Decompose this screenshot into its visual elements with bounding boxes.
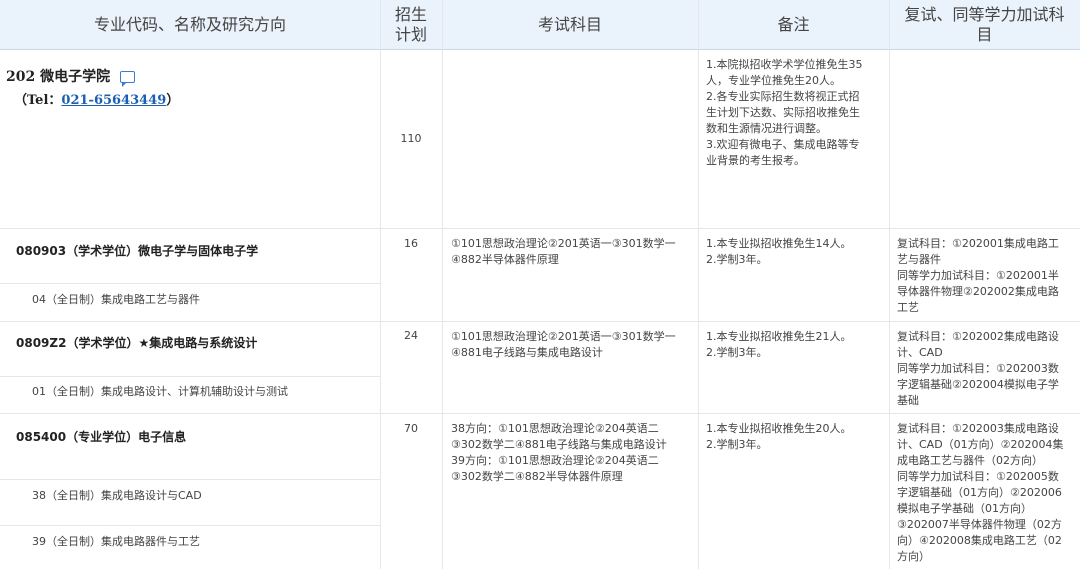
header-major: 专业代码、名称及研究方向 xyxy=(93,14,286,34)
text-line: 向）④202008集成电路工艺（02 xyxy=(897,534,1062,547)
text-line: 成电路工艺与器件（02方向） xyxy=(897,454,1043,467)
text-line: 工艺 xyxy=(897,301,919,314)
text-line: ③202007半导体器件物理（02方 xyxy=(897,518,1062,531)
major-title: 080903（学术学位）微电子学与固体电子学 xyxy=(16,244,259,258)
text-line: 1.本专业拟招收推免生14人。 xyxy=(706,237,852,250)
text-line: ①101思想政治理论②201英语一③301数学一 xyxy=(451,330,676,343)
table-header: 专业代码、名称及研究方向 招生 计划 考试科目 备注 复试、同等学力加试科 目 xyxy=(0,0,1080,50)
text-line: 3.欢迎有微电子、集成电路等专 xyxy=(706,138,860,151)
major-plan: 70 xyxy=(404,422,418,435)
major-retest: 复试科目：①202003集成电路设 计、CAD（01方向）②202004集 成电路工… xyxy=(897,421,1078,565)
major-retest: 复试科目：①202002集成电路设 计、CAD 同等学力加试科目：①202003数字… xyxy=(897,329,1078,409)
text-line: 基础 xyxy=(897,394,919,407)
major-notes: 1.本专业拟招收推免生20人。 2.学制3年。 xyxy=(706,421,886,453)
row-divider xyxy=(0,525,380,526)
text-line: 2.学制3年。 xyxy=(706,253,768,266)
text-line: 1.本院拟招收学术学位推免生35 xyxy=(706,58,863,71)
college-name: 202 微电子学院 xyxy=(6,69,111,85)
major-notes: 1.本专业拟招收推免生14人。 2.学制3年。 xyxy=(706,236,886,268)
text-line: 2.学制3年。 xyxy=(706,346,768,359)
text-line: 1.本专业拟招收推免生21人。 xyxy=(706,330,852,343)
text-line: 1.本专业拟招收推免生20人。 xyxy=(706,422,852,435)
header-exam: 考试科目 xyxy=(537,14,602,34)
header-notes: 备注 xyxy=(777,14,810,34)
text-line: 字逻辑基础②202004模拟电子学 xyxy=(897,378,1059,391)
text-line: ③302数学二④881电子线路与集成电路设计 xyxy=(451,438,667,451)
text-line: ④882半导体器件原理 xyxy=(451,253,559,266)
text-line: 同等学力加试科目：①202003数 xyxy=(897,362,1059,375)
text-line: 人，专业学位推免生20人。 xyxy=(706,74,841,87)
row-divider xyxy=(0,283,380,284)
text-line: 复试科目：①202003集成电路设 xyxy=(897,422,1059,435)
col-divider xyxy=(380,0,381,569)
text-line: ④881电子线路与集成电路设计 xyxy=(451,346,603,359)
major-exam: ①101思想政治理论②201英语一③301数学一 ④882半导体器件原理 xyxy=(451,236,696,268)
row-divider xyxy=(0,413,1080,414)
college-title: 202 微电子学院 xyxy=(6,66,136,87)
text-line: 2.学制3年。 xyxy=(706,438,768,451)
text-line: 38方向：①101思想政治理论②204英语二 xyxy=(451,422,659,435)
text-line: 同等学力加试科目：①202005数 xyxy=(897,470,1059,483)
tel-link[interactable]: 021-65643449 xyxy=(61,93,166,108)
text-line: 计、CAD（01方向）②202004集 xyxy=(897,438,1064,451)
text-line: 计、CAD xyxy=(897,346,943,359)
college-tel: （Tel：021-65643449） xyxy=(14,93,180,108)
major-direction: 04（全日制）集成电路工艺与器件 xyxy=(32,293,200,306)
major-plan: 24 xyxy=(404,329,418,342)
text-line: 字逻辑基础（01方向）②202006 xyxy=(897,486,1062,499)
major-exam: 38方向：①101思想政治理论②204英语二 ③302数学二④881电子线路与集成… xyxy=(451,421,696,485)
admissions-table: 专业代码、名称及研究方向 招生 计划 考试科目 备注 复试、同等学力加试科 目 … xyxy=(0,0,1080,569)
col-divider xyxy=(698,0,699,569)
text-line: 2.各专业实际招生数将视正式招 xyxy=(706,90,860,103)
text-line: ③302数学二④882半导体器件原理 xyxy=(451,470,623,483)
text-line: 同等学力加试科目：①202001半 xyxy=(897,269,1059,282)
major-title: 085400（专业学位）电子信息 xyxy=(16,430,187,444)
col-divider xyxy=(889,0,890,569)
row-divider xyxy=(0,376,380,377)
chat-icon[interactable] xyxy=(120,71,136,87)
major-direction: 39（全日制）集成电路器件与工艺 xyxy=(32,535,200,548)
row-divider xyxy=(0,228,1080,229)
text-line: 数和生源情况进行调整。 xyxy=(706,122,827,135)
college-notes: 1.本院拟招收学术学位推免生35 人，专业学位推免生20人。 2.各专业实际招生数将… xyxy=(706,57,886,169)
text-line: 艺与器件 xyxy=(897,253,941,266)
row-divider xyxy=(0,321,1080,322)
text-line: 业背景的考生报考。 xyxy=(706,154,805,167)
text-line: 生计划下达数、实际招收推免生 xyxy=(706,106,860,119)
header-retest: 复试、同等学力加试科 目 xyxy=(904,4,1065,44)
text-line: 模拟电子学基础（01方向） xyxy=(897,502,1032,515)
major-direction: 01（全日制）集成电路设计、计算机辅助设计与测试 xyxy=(32,385,288,398)
text-line: 39方向：①101思想政治理论②204英语二 xyxy=(451,454,659,467)
major-plan: 16 xyxy=(404,237,418,250)
college-plan: 110 xyxy=(400,132,422,145)
text-line: 导体器件物理②202002集成电路 xyxy=(897,285,1059,298)
text-line: 方向） xyxy=(897,550,930,563)
text-line: ①101思想政治理论②201英语一③301数学一 xyxy=(451,237,676,250)
major-retest: 复试科目：①202001集成电路工 艺与器件同等学力加试科目：①202001半 导体… xyxy=(897,236,1078,316)
text-line: 复试科目：①202001集成电路工 xyxy=(897,237,1059,250)
major-title: 0809Z2（学术学位）★集成电路与系统设计 xyxy=(16,336,258,350)
major-notes: 1.本专业拟招收推免生21人。 2.学制3年。 xyxy=(706,329,886,361)
major-exam: ①101思想政治理论②201英语一③301数学一 ④881电子线路与集成电路设计 xyxy=(451,329,696,361)
header-plan: 招生 计划 xyxy=(394,4,427,44)
row-divider xyxy=(0,479,380,480)
major-direction: 38（全日制）集成电路设计与CAD xyxy=(32,489,202,502)
col-divider xyxy=(442,0,443,569)
text-line: 复试科目：①202002集成电路设 xyxy=(897,330,1059,343)
